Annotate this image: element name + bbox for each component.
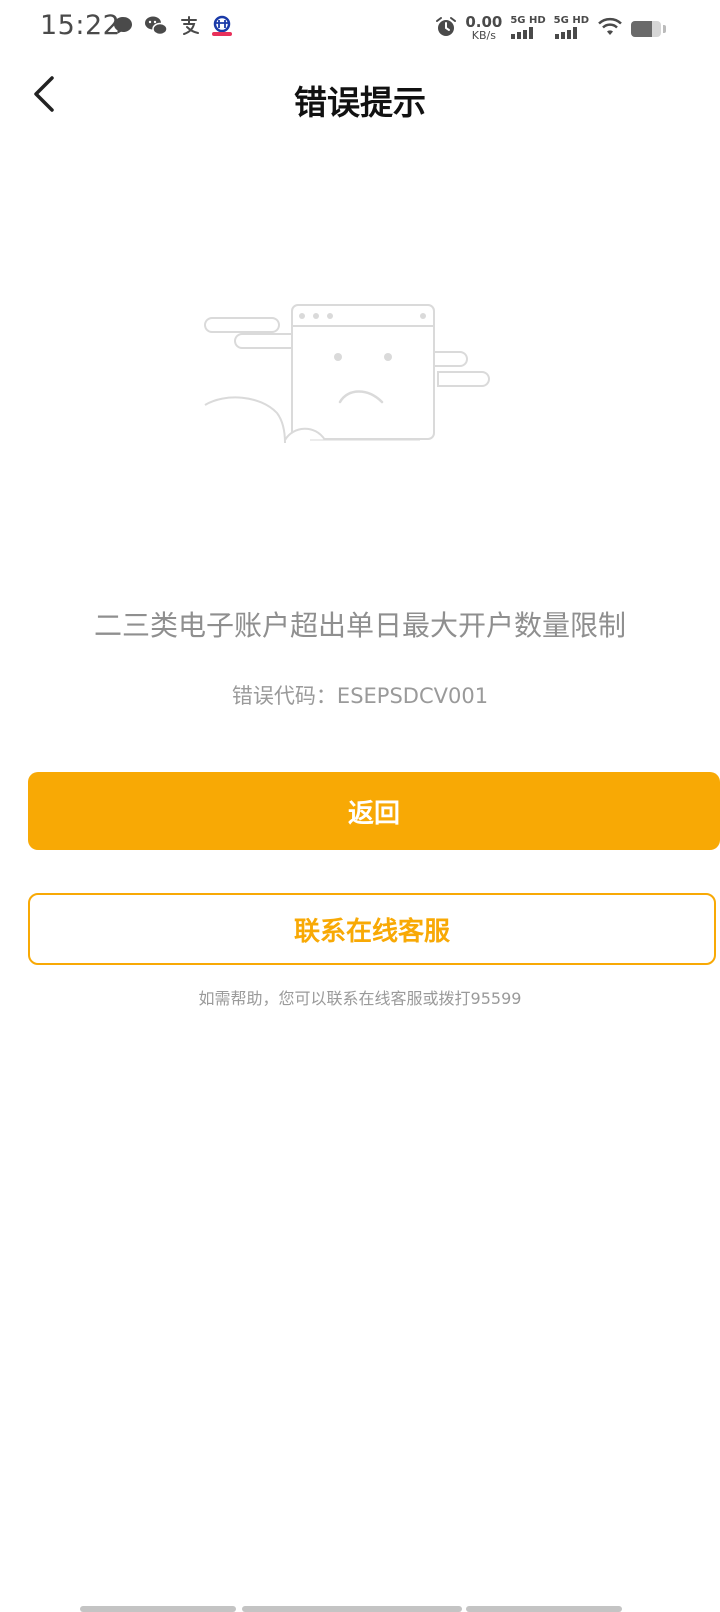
header: 错误提示 — [0, 60, 720, 132]
return-button[interactable]: 返回 — [28, 772, 720, 850]
bank-app-icon — [210, 15, 234, 41]
sim1-signal: 5G HD — [510, 15, 546, 43]
status-right: 0.00 KB/s 5G HD 5G HD — [435, 12, 666, 46]
contact-service-button[interactable]: 联系在线客服 — [28, 893, 716, 965]
sad-browser-illustration — [200, 300, 500, 450]
help-text: 如需帮助，您可以联系在线客服或拨打95599 — [198, 989, 522, 1008]
network-speed-value: 0.00 — [465, 13, 503, 31]
network-speed-unit: KB/s — [471, 29, 496, 42]
status-time: 15:22 — [40, 10, 121, 41]
battery-tip — [663, 25, 666, 33]
nav-indicator-center[interactable] — [242, 1606, 462, 1612]
nav-indicator-left — [80, 1606, 236, 1612]
notification-icons — [112, 15, 234, 41]
alipay-icon — [178, 15, 200, 41]
signal-icon — [554, 27, 580, 43]
wechat-icon — [144, 15, 168, 41]
status-bar: 15:22 0.00 KB/s 5G HD 5G HD — [0, 0, 720, 56]
signal-icon — [510, 27, 536, 43]
error-code: 错误代码：ESEPSDCV001 — [231, 684, 489, 708]
battery-level — [631, 21, 652, 37]
sim2-signal: 5G HD — [554, 15, 589, 43]
wifi-icon — [597, 17, 623, 41]
battery-icon — [631, 21, 661, 37]
alarm-icon — [435, 16, 457, 42]
sim2-label: 5G HD — [553, 15, 589, 26]
nav-indicator-right — [466, 1606, 622, 1612]
message-icon — [112, 15, 134, 41]
page-title: 错误提示 — [294, 83, 426, 122]
error-message: 二三类电子账户超出单日最大开户数量限制 — [93, 609, 626, 642]
sim1-label: 5G HD — [510, 15, 546, 26]
network-speed: 0.00 KB/s — [465, 13, 503, 43]
